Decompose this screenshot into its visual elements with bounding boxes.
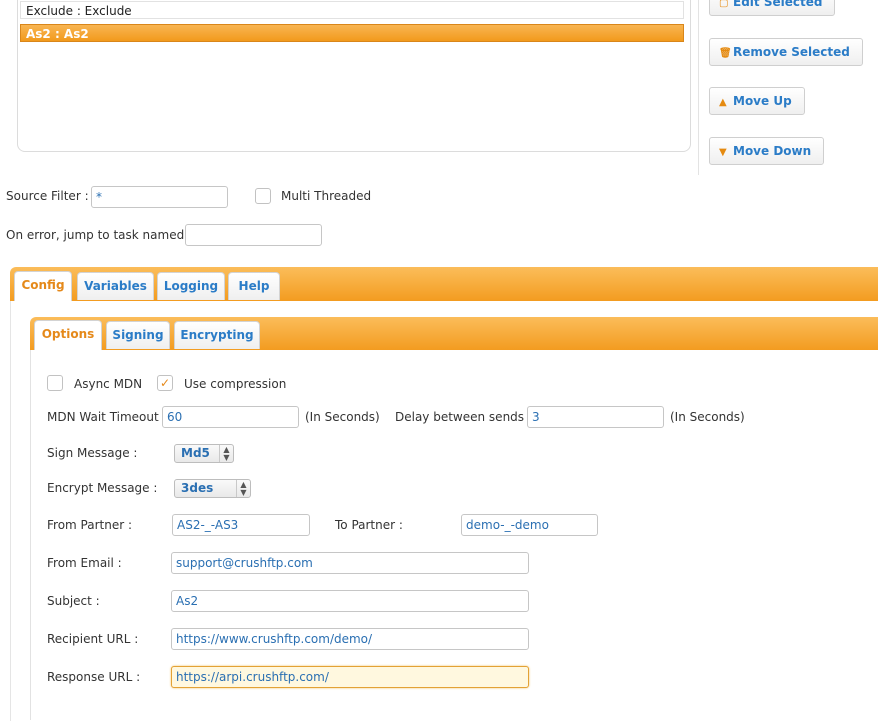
task-list[interactable]: Exclude : Exclude As2 : As2 [17, 0, 691, 152]
delay-between-sends-input[interactable]: 3 [527, 406, 664, 428]
select-arrows-icon: ▲ ▼ [236, 480, 250, 497]
source-filter-label: Source Filter : [6, 189, 89, 203]
delay-between-sends-unit: (In Seconds) [670, 410, 745, 424]
async-mdn-checkbox[interactable] [47, 375, 63, 391]
multi-threaded-label: Multi Threaded [281, 189, 372, 203]
divider [698, 0, 699, 175]
mdn-wait-timeout-label: MDN Wait Timeout : [47, 410, 167, 424]
tab-config[interactable]: Config [14, 271, 72, 301]
encrypt-message-select[interactable]: 3des ▲ ▼ [174, 479, 251, 498]
arrow-up-icon: ▲ [719, 97, 727, 108]
from-email-input[interactable]: support@crushftp.com [171, 552, 529, 574]
move-up-button[interactable]: ▲ Move Up [709, 87, 805, 115]
from-partner-input[interactable]: AS2-_-AS3 [172, 514, 310, 536]
multi-threaded-checkbox[interactable] [255, 188, 271, 204]
task-list-item[interactable]: Exclude : Exclude [20, 1, 684, 19]
recipient-url-input[interactable]: https://www.crushftp.com/demo/ [171, 628, 529, 650]
tab-options[interactable]: Options [34, 320, 102, 350]
edit-icon: ▢ [719, 0, 729, 9]
trash-icon: 🗑 [719, 48, 732, 59]
select-arrows-icon: ▲ ▼ [219, 445, 233, 462]
checkmark-icon: ✓ [159, 376, 171, 390]
tab-logging[interactable]: Logging [157, 272, 225, 300]
from-partner-label: From Partner : [47, 518, 133, 532]
from-email-label: From Email : [47, 556, 122, 570]
tab-encrypting[interactable]: Encrypting [174, 321, 260, 349]
tab-help[interactable]: Help [228, 272, 280, 300]
options-panel [30, 350, 878, 720]
task-list-item-selected[interactable]: As2 : As2 [20, 24, 684, 42]
subject-input[interactable]: As2 [171, 590, 529, 612]
use-compression-checkbox[interactable]: ✓ [157, 375, 173, 391]
use-compression-label: Use compression [184, 377, 287, 391]
recipient-url-label: Recipient URL : [47, 632, 139, 646]
mdn-wait-timeout-unit: (In Seconds) [305, 410, 380, 424]
tab-variables[interactable]: Variables [77, 272, 154, 300]
arrow-down-icon: ▼ [719, 147, 727, 158]
to-partner-label: To Partner : [335, 518, 403, 532]
response-url-label: Response URL : [47, 670, 141, 684]
subject-label: Subject : [47, 594, 100, 608]
move-down-button[interactable]: ▼ Move Down [709, 137, 825, 165]
sign-message-label: Sign Message : [47, 446, 138, 460]
async-mdn-label: Async MDN [74, 377, 143, 391]
mdn-wait-timeout-input[interactable]: 60 [162, 406, 299, 428]
sign-message-select[interactable]: Md5 ▲ ▼ [174, 444, 234, 463]
delay-between-sends-label: Delay between sends : [395, 410, 532, 424]
encrypt-message-label: Encrypt Message : [47, 481, 158, 495]
remove-selected-button[interactable]: 🗑Remove Selected [709, 38, 863, 66]
to-partner-input[interactable]: demo-_-demo [461, 514, 598, 536]
on-error-input[interactable] [185, 224, 322, 246]
on-error-label: On error, jump to task named : [6, 228, 193, 242]
response-url-input[interactable]: https://arpi.crushftp.com/ [171, 666, 529, 688]
edit-selected-button[interactable]: ▢ Edit Selected [709, 0, 836, 16]
source-filter-input[interactable]: * [91, 186, 228, 208]
tab-signing[interactable]: Signing [106, 321, 170, 349]
